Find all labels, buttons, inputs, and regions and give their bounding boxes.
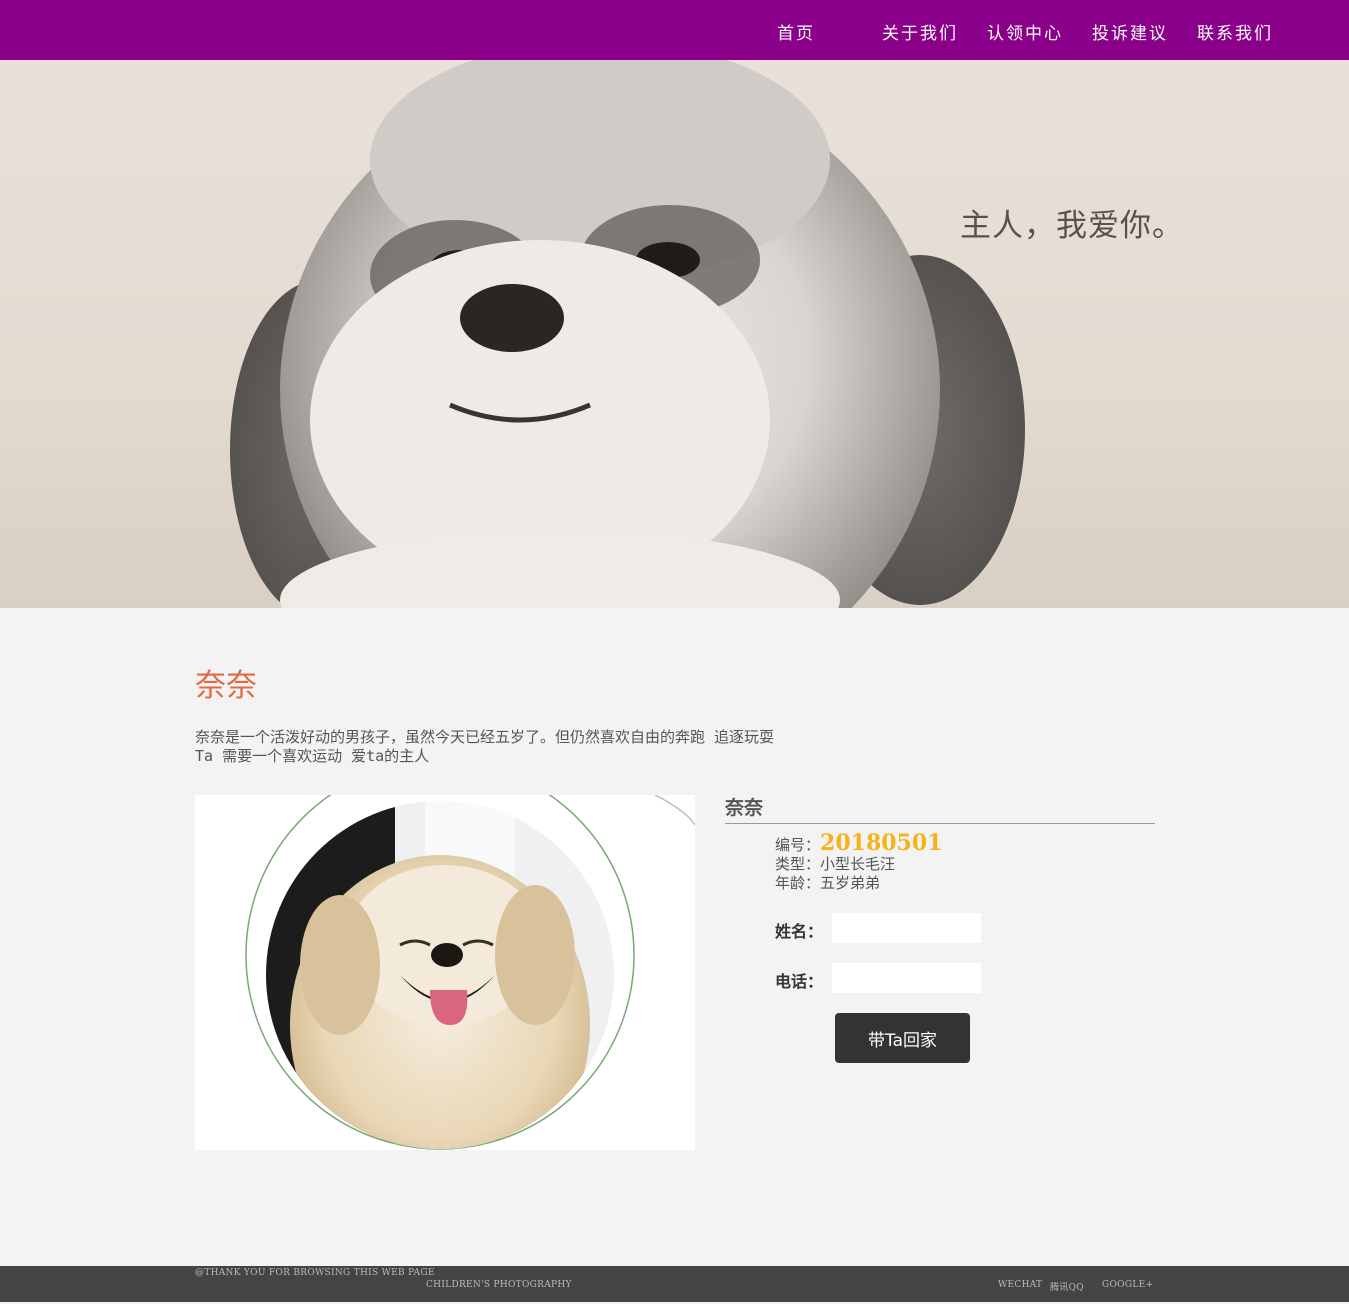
adopt-submit-button[interactable]: 带Ta回家 <box>835 1013 970 1063</box>
footer: @THANK YOU FOR BROWSING THIS WEB PAGE CH… <box>0 1266 1349 1302</box>
pet-info-panel: 奈奈 编号：20180501 类型：小型长毛汪 年龄：五岁弟弟 姓名： 电话： … <box>725 793 1155 1063</box>
pet-title: 奈奈 <box>195 668 257 704</box>
nav-item-adopt[interactable]: 认领中心 <box>987 19 1063 44</box>
footer-subtitle: CHILDREN'S PHOTOGRAPHY <box>426 1280 572 1290</box>
pet-age-row: 年龄：五岁弟弟 <box>775 874 942 893</box>
phone-label: 电话： <box>775 972 824 991</box>
footer-link-google[interactable]: GOOGLE+ <box>1102 1280 1153 1290</box>
hero-banner: 主人，我爱你。 <box>0 60 1349 608</box>
footer-link-qq[interactable]: 腾讯QQ <box>1050 1280 1084 1293</box>
nav-item-contact[interactable]: 联系我们 <box>1197 19 1273 44</box>
footer-link-wechat[interactable]: WECHAT <box>998 1280 1042 1290</box>
top-nav: 首页 关于我们 认领中心 投诉建议 联系我们 <box>0 0 1349 60</box>
footer-thanks: @THANK YOU FOR BROWSING THIS WEB PAGE <box>195 1268 435 1278</box>
pet-age-value: 五岁弟弟 <box>820 874 881 892</box>
phone-input[interactable] <box>832 963 981 993</box>
pet-photo-frame <box>195 795 695 1150</box>
nav-item-complaint[interactable]: 投诉建议 <box>1092 19 1168 44</box>
pet-id-value: 20180501 <box>820 830 943 856</box>
pet-type-value: 小型长毛汪 <box>820 855 896 873</box>
pet-age-label: 年龄： <box>775 874 821 892</box>
pet-name-heading: 奈奈 <box>725 793 1155 824</box>
nav-item-about[interactable]: 关于我们 <box>882 19 958 44</box>
nav-item-home[interactable]: 首页 <box>777 19 815 44</box>
pet-type-label: 类型： <box>775 855 821 873</box>
hero-caption: 主人，我爱你。 <box>960 208 1184 244</box>
name-label: 姓名： <box>775 922 824 941</box>
pet-description-line: 奈奈是一个活泼好动的男孩子，虽然今天已经五岁了。但仍然喜欢自由的奔跑 追逐玩耍 <box>195 728 775 746</box>
pet-id-label: 编号： <box>775 836 821 854</box>
name-input[interactable] <box>832 913 981 943</box>
pet-description: 奈奈是一个活泼好动的男孩子，虽然今天已经五岁了。但仍然喜欢自由的奔跑 追逐玩耍 … <box>195 728 774 766</box>
pet-description-line: Ta 需要一个喜欢运动 爱ta的主人 <box>195 747 430 765</box>
pet-type-row: 类型：小型长毛汪 <box>775 855 942 874</box>
pet-id-row: 编号：20180501 <box>775 832 942 855</box>
pet-meta: 编号：20180501 类型：小型长毛汪 年龄：五岁弟弟 <box>775 832 942 893</box>
hero-dog-image <box>230 60 1025 608</box>
pet-photo <box>245 795 695 1150</box>
